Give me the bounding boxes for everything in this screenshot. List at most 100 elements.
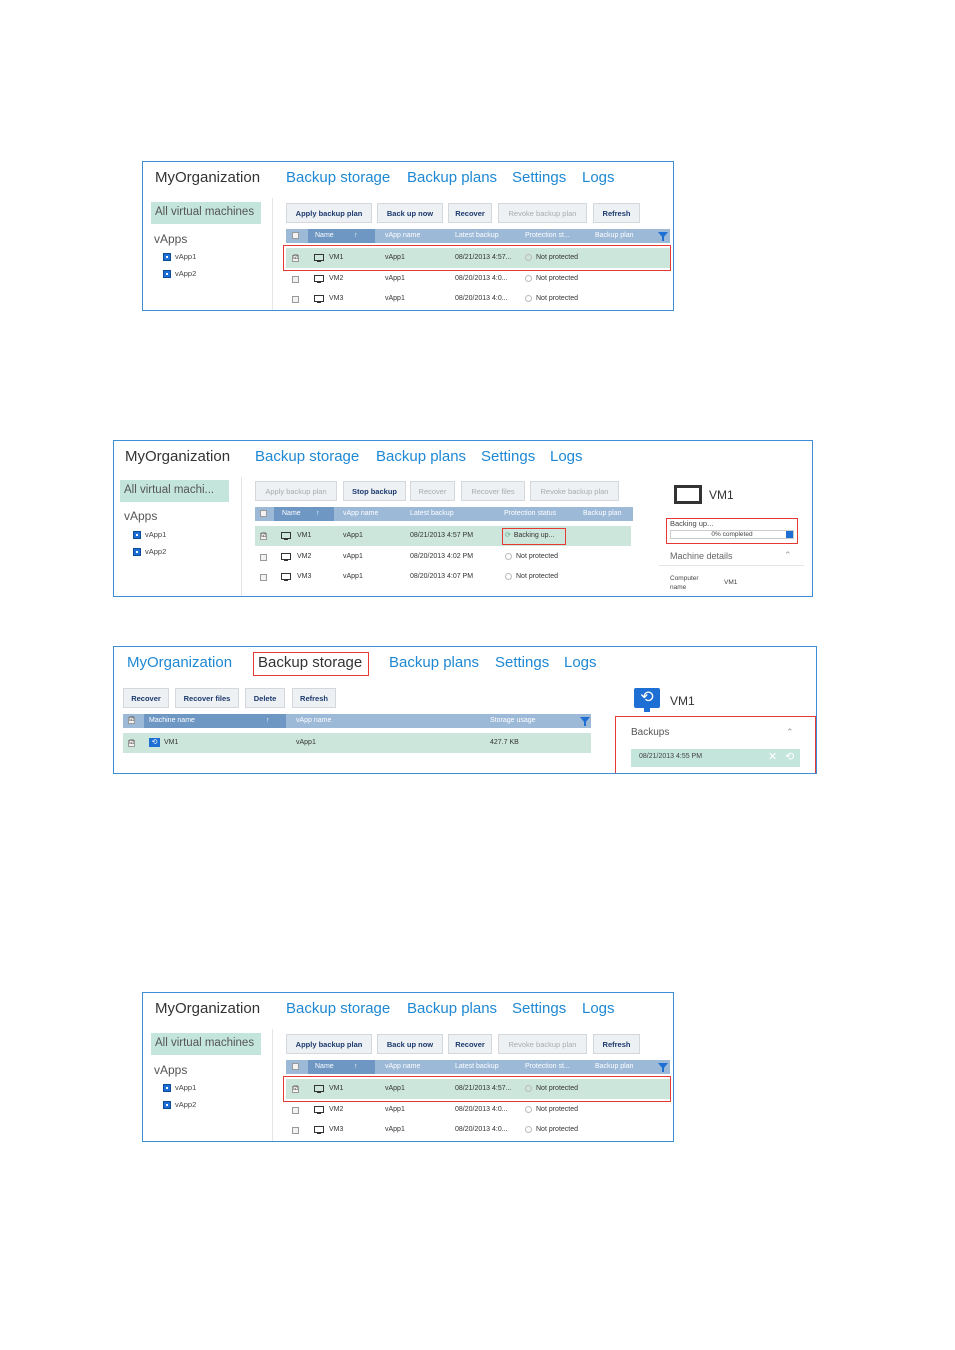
recover-icon[interactable]: ⟲ [785,750,794,763]
table-row[interactable]: VM3 vApp1 08/20/2013 4:07 PM Not protect… [255,567,631,587]
sidebar-all-vms[interactable]: All virtual machines [151,202,261,224]
nav-settings[interactable]: Settings [512,1000,566,1017]
apply-backup-plan-button[interactable]: Apply backup plan [255,481,337,501]
nav-backup-plans[interactable]: Backup plans [407,169,497,186]
column-vapp-name[interactable]: vApp name [343,507,378,521]
chevron-up-icon[interactable]: ⌃ [784,550,792,561]
column-machine-name[interactable]: Machine name [144,714,286,728]
column-latest-backup[interactable]: Latest backup [455,1060,499,1074]
sidebar-item-vapp2[interactable]: vApp2 [163,269,196,279]
apply-backup-plan-button[interactable]: Apply backup plan [286,203,372,223]
table-row[interactable]: ☑ VM1 vApp1 08/21/2013 4:57... Not prote… [286,1079,670,1099]
sidebar-item-vapp2[interactable]: vApp2 [163,1100,196,1110]
column-protection-status[interactable]: Protection st... [525,229,570,243]
column-name[interactable]: Name [308,229,375,243]
nav-backup-storage[interactable]: Backup storage [255,448,359,465]
sidebar-all-vms[interactable]: All virtual machines [151,1033,261,1055]
row-checkbox[interactable]: ☑ [292,255,299,262]
sidebar-item-vapp2[interactable]: vApp2 [133,547,166,557]
recover-button[interactable]: Recover [448,1034,492,1054]
recover-button[interactable]: Recover [448,203,492,223]
stop-backup-button[interactable]: Stop backup [343,481,406,501]
nav-backup-plans[interactable]: Backup plans [407,1000,497,1017]
nav-backup-storage[interactable]: Backup storage [286,1000,390,1017]
table-row[interactable]: VM2 vApp1 08/20/2013 4:02 PM Not protect… [255,547,631,567]
table-row[interactable]: ☑ VM1 vApp1 08/21/2013 4:57... Not prote… [286,248,670,268]
recover-button[interactable]: Recover [123,688,169,708]
table-row[interactable]: ☑ VM1 vApp1 08/21/2013 4:57 PM ⟳ Backing … [255,526,631,546]
revoke-backup-plan-button[interactable]: Revoke backup plan [530,481,619,501]
row-checkbox[interactable]: ☑ [292,1086,299,1093]
row-checkbox[interactable] [292,1107,299,1114]
select-all-checkbox[interactable] [292,1063,299,1070]
chevron-up-icon[interactable]: ⌃ [786,727,794,738]
select-all-checkbox[interactable] [260,510,267,517]
backup-entry[interactable]: 08/21/2013 4:55 PM ✕ ⟲ [631,749,800,767]
column-latest-backup[interactable]: Latest backup [410,507,454,521]
nav-logs[interactable]: Logs [550,448,583,465]
column-vapp-name[interactable]: vApp name [385,1060,420,1074]
filter-icon[interactable] [658,1063,668,1072]
recover-files-button[interactable]: Recover files [461,481,525,501]
recover-files-button[interactable]: Recover files [175,688,239,708]
org-title[interactable]: MyOrganization [155,1000,260,1017]
back-up-now-button[interactable]: Back up now [377,1034,443,1054]
column-backup-plan[interactable]: Backup plan [583,507,622,521]
row-checkbox[interactable] [260,574,267,581]
nav-settings[interactable]: Settings [481,448,535,465]
org-title[interactable]: MyOrganization [127,654,232,671]
nav-backup-plans[interactable]: Backup plans [376,448,466,465]
column-latest-backup[interactable]: Latest backup [455,229,499,243]
org-title[interactable]: MyOrganization [155,169,260,186]
table-row[interactable]: VM2 vApp1 08/20/2013 4:0... Not protecte… [286,269,670,289]
nav-logs[interactable]: Logs [564,654,597,671]
delete-button[interactable]: Delete [245,688,285,708]
table-row[interactable]: VM3 vApp1 08/20/2013 4:0... Not protecte… [286,289,670,309]
recover-button[interactable]: Recover [410,481,455,501]
table-row[interactable]: VM3 vApp1 08/20/2013 4:0... Not protecte… [286,1120,670,1140]
nav-logs[interactable]: Logs [582,1000,615,1017]
row-checkbox[interactable]: ☑ [260,533,267,540]
row-checkbox[interactable] [260,554,267,561]
column-backup-plan[interactable]: Backup plan [595,1060,634,1074]
select-all-checkbox[interactable] [292,232,299,239]
column-name[interactable]: Name [274,507,334,521]
row-checkbox[interactable] [292,296,299,303]
sidebar-all-vms[interactable]: All virtual machi... [120,480,229,502]
sidebar-item-vapp1[interactable]: vApp1 [133,530,166,540]
column-storage-usage[interactable]: Storage usage [490,714,536,728]
sidebar-item-vapp1[interactable]: vApp1 [163,1083,196,1093]
row-checkbox[interactable] [292,276,299,283]
column-protection-status[interactable]: Protection status [504,507,556,521]
column-protection-status[interactable]: Protection st... [525,1060,570,1074]
nav-settings[interactable]: Settings [495,654,549,671]
delete-icon[interactable]: ✕ [768,750,777,763]
column-name[interactable]: Name [308,1060,375,1074]
revoke-backup-plan-button[interactable]: Revoke backup plan [498,1034,587,1054]
row-checkbox[interactable] [292,1127,299,1134]
nav-backup-storage[interactable]: Backup storage [286,169,390,186]
filter-icon[interactable] [658,232,668,241]
table-row[interactable]: ☑ ⟲ VM1 vApp1 427.7 KB [123,733,591,753]
back-up-now-button[interactable]: Back up now [377,203,443,223]
filter-icon[interactable] [580,717,590,726]
column-vapp-name[interactable]: vApp name [385,229,420,243]
org-title[interactable]: MyOrganization [125,448,230,465]
column-backup-plan[interactable]: Backup plan [595,229,634,243]
select-all-checkbox[interactable]: ☑ [128,717,135,724]
column-vapp-name[interactable]: vApp name [296,714,331,728]
backups-heading[interactable]: Backups [631,727,669,738]
table-row[interactable]: VM2 vApp1 08/20/2013 4:0... Not protecte… [286,1100,670,1120]
refresh-button[interactable]: Refresh [593,203,640,223]
refresh-button[interactable]: Refresh [593,1034,640,1054]
refresh-button[interactable]: Refresh [292,688,336,708]
machine-details-heading[interactable]: Machine details [670,551,733,561]
row-checkbox[interactable]: ☑ [128,740,135,747]
nav-logs[interactable]: Logs [582,169,615,186]
nav-settings[interactable]: Settings [512,169,566,186]
sidebar-item-vapp1[interactable]: vApp1 [163,252,196,262]
revoke-backup-plan-button[interactable]: Revoke backup plan [498,203,587,223]
nav-backup-plans[interactable]: Backup plans [389,654,479,671]
apply-backup-plan-button[interactable]: Apply backup plan [286,1034,372,1054]
nav-backup-storage[interactable]: Backup storage [258,654,362,671]
